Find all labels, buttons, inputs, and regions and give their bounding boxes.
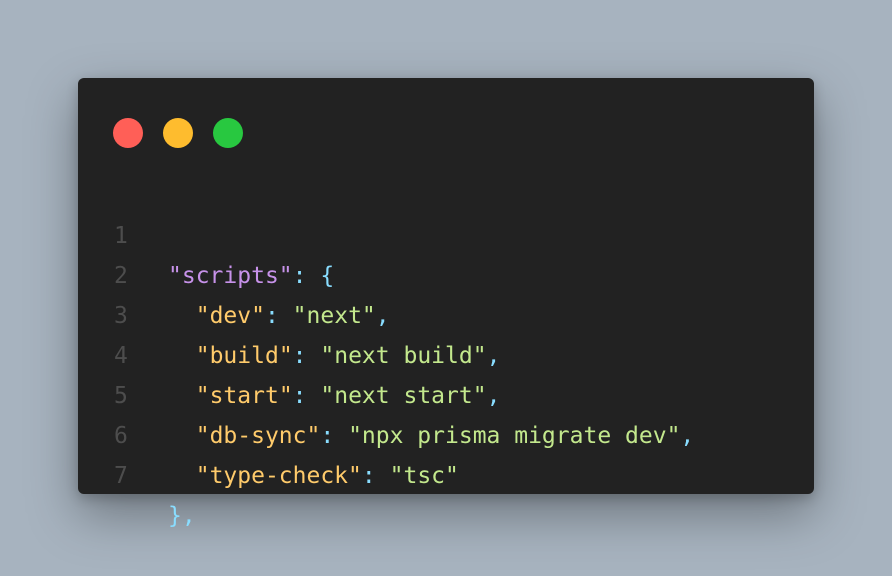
code-value: tsc [403,463,446,489]
code-key: type-check [209,463,349,489]
code-line: 3 "build": "next build", [78,256,814,369]
code-line: 4 "start": "next start", [78,296,814,409]
window-controls [113,118,243,148]
code-window: 1 "scripts": { 2 "dev": "next", 3 "build… [78,78,814,529]
code-separator: : [361,463,390,489]
close-dot[interactable] [113,118,143,148]
code-line: 2 "dev": "next", [78,216,814,329]
line-content: "type-check": "tsc" [195,463,459,489]
line-number: 7 [114,463,128,489]
code-brace-close: }, [168,503,196,529]
minimize-dot[interactable] [163,118,193,148]
code-line: 5 "db-sync": "npx prisma migrate dev", [78,336,814,449]
maximize-dot[interactable] [213,118,243,148]
code-line: 7 }, [78,416,814,529]
code-line: 1 "scripts": { [78,176,814,289]
line-content: }, [168,496,196,536]
code-block: 1 "scripts": { 2 "dev": "next", 3 "build… [78,176,814,529]
code-line: 6 "type-check": "tsc" [78,376,814,489]
